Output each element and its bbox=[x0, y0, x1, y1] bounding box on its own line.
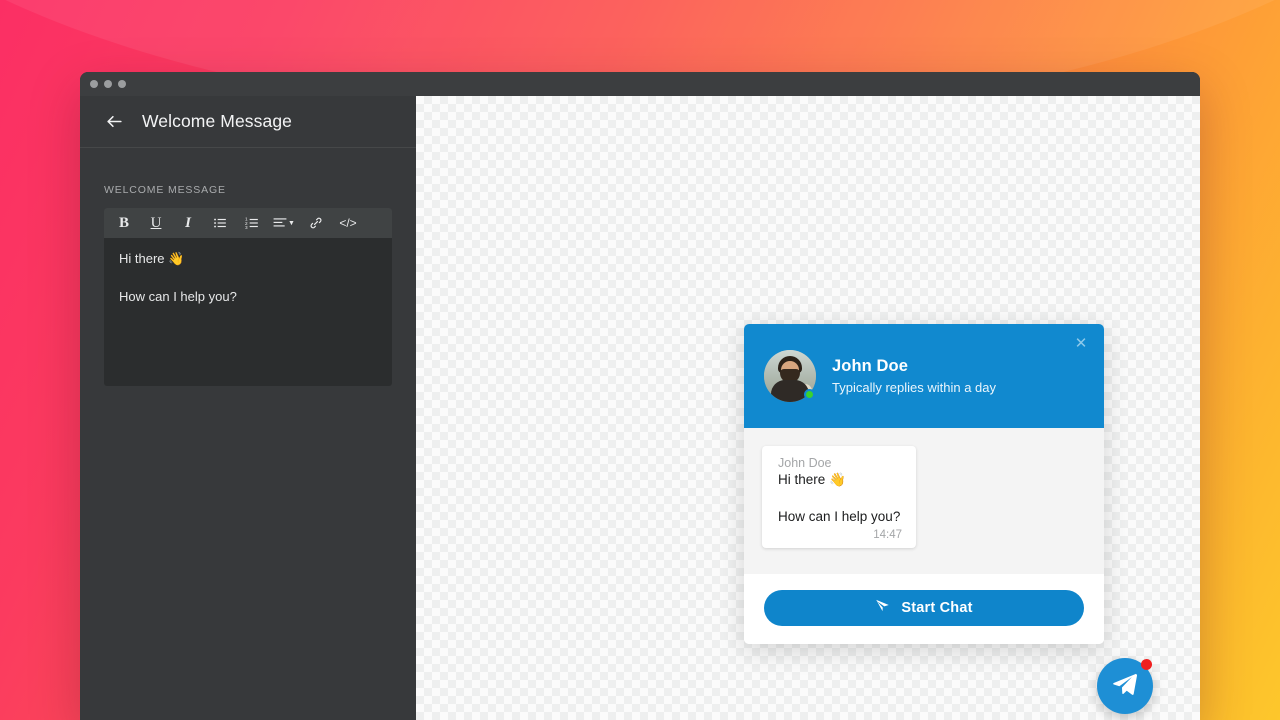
chat-messages: John Doe Hi there 👋 How can I help you? … bbox=[744, 428, 1104, 574]
message-bubble: John Doe Hi there 👋 How can I help you? … bbox=[762, 446, 916, 548]
agent-status: Typically replies within a day bbox=[832, 380, 997, 395]
bold-icon[interactable]: B bbox=[108, 208, 140, 238]
editor-toolbar: B U I 1 2 3 ▼ </> bbox=[104, 208, 392, 238]
close-dot[interactable] bbox=[90, 80, 98, 88]
back-arrow-icon[interactable] bbox=[104, 112, 124, 132]
unordered-list-icon[interactable] bbox=[204, 208, 236, 238]
chat-widget-footer: Start Chat bbox=[744, 573, 1104, 644]
minimize-dot[interactable] bbox=[104, 80, 112, 88]
window-titlebar bbox=[80, 72, 1200, 96]
chat-launcher-button[interactable] bbox=[1097, 658, 1153, 714]
close-icon[interactable]: ✕ bbox=[1071, 333, 1091, 353]
message-line-1: Hi there 👋 bbox=[778, 472, 846, 487]
start-chat-button[interactable]: Start Chat bbox=[764, 589, 1084, 626]
maximize-dot[interactable] bbox=[118, 80, 126, 88]
avatar bbox=[764, 350, 816, 402]
chat-widget: ✕ John Doe Typically replies within a da… bbox=[744, 324, 1104, 644]
agent-name: John Doe bbox=[832, 357, 908, 375]
agent-info: John Doe Typically replies within a day bbox=[832, 357, 996, 395]
underline-icon[interactable]: U bbox=[140, 208, 172, 238]
editor-line-2: How can I help you? bbox=[119, 289, 237, 304]
start-chat-label: Start Chat bbox=[901, 599, 973, 616]
svg-text:3: 3 bbox=[245, 225, 248, 230]
editor-line-1: Hi there 👋 bbox=[119, 251, 185, 266]
sidebar-header: Welcome Message bbox=[80, 96, 416, 148]
chevron-down-icon: ▼ bbox=[288, 219, 295, 227]
paper-plane-icon bbox=[1112, 671, 1138, 702]
message-line-2: How can I help you? bbox=[778, 508, 901, 524]
chat-widget-header: ✕ John Doe Typically replies within a da… bbox=[744, 324, 1104, 428]
message-author: John Doe bbox=[778, 456, 832, 470]
link-icon[interactable] bbox=[300, 208, 332, 238]
notification-badge bbox=[1141, 659, 1152, 670]
code-icon[interactable]: </> bbox=[332, 208, 364, 238]
ordered-list-icon[interactable]: 1 2 3 bbox=[236, 208, 268, 238]
page-title: Welcome Message bbox=[142, 111, 292, 131]
align-left-icon[interactable]: ▼ bbox=[268, 208, 300, 238]
preview-canvas: ✕ John Doe Typically replies within a da… bbox=[416, 96, 1200, 720]
field-label: WELCOME MESSAGE bbox=[104, 184, 226, 196]
online-status-dot bbox=[804, 389, 815, 400]
settings-sidebar: Welcome Message WELCOME MESSAGE B U I 1 … bbox=[80, 96, 416, 720]
rich-text-editor: B U I 1 2 3 ▼ </> Hi there 👋 How can I h… bbox=[104, 208, 392, 386]
italic-icon[interactable]: I bbox=[172, 208, 204, 238]
sidebar-content: WELCOME MESSAGE B U I 1 2 3 ▼ </> Hi the… bbox=[80, 148, 416, 386]
message-timestamp: 14:47 bbox=[873, 528, 902, 541]
window-body: Welcome Message WELCOME MESSAGE B U I 1 … bbox=[80, 96, 1200, 720]
editor-content[interactable]: Hi there 👋 How can I help you? bbox=[104, 238, 392, 386]
browser-window: Welcome Message WELCOME MESSAGE B U I 1 … bbox=[80, 72, 1200, 720]
paper-plane-icon bbox=[875, 598, 890, 617]
